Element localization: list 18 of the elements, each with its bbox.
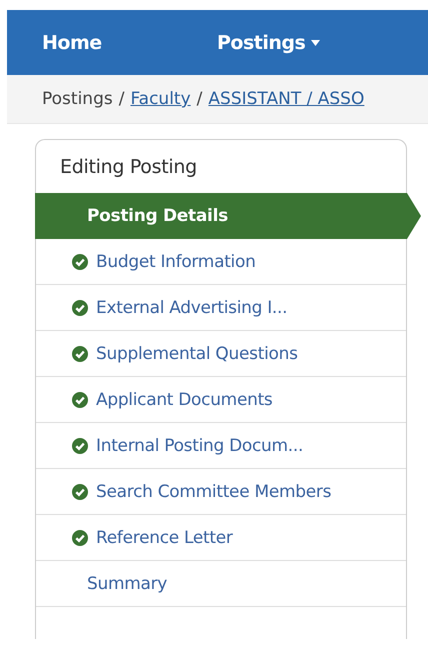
step-item[interactable]: Posting Details	[35, 193, 421, 239]
separator: /	[196, 89, 202, 109]
step-item[interactable]: External Advertising I...	[36, 285, 406, 331]
step-item[interactable]: Budget Information	[36, 239, 406, 285]
step-item[interactable]: Summary	[36, 561, 406, 607]
breadcrumb-link[interactable]: Faculty	[130, 89, 191, 109]
step-item[interactable]: Reference Letter	[36, 515, 406, 561]
caret-icon	[311, 40, 320, 46]
panel-title: Editing Posting	[59, 154, 198, 180]
breadcrumb-text: Postings	[42, 89, 113, 109]
nav-link[interactable]: Postings	[217, 32, 320, 54]
step-item[interactable]: Internal Posting Docum...	[36, 423, 406, 469]
breadcrumb-link[interactable]: ASSISTANT / ASSO	[208, 89, 364, 109]
step-item[interactable]: Applicant Documents	[36, 377, 406, 423]
separator: /	[118, 89, 124, 109]
nav-link[interactable]: Home	[42, 32, 217, 54]
step-item[interactable]: Supplemental Questions	[36, 331, 406, 377]
step-item[interactable]: Search Committee Members	[36, 469, 406, 515]
